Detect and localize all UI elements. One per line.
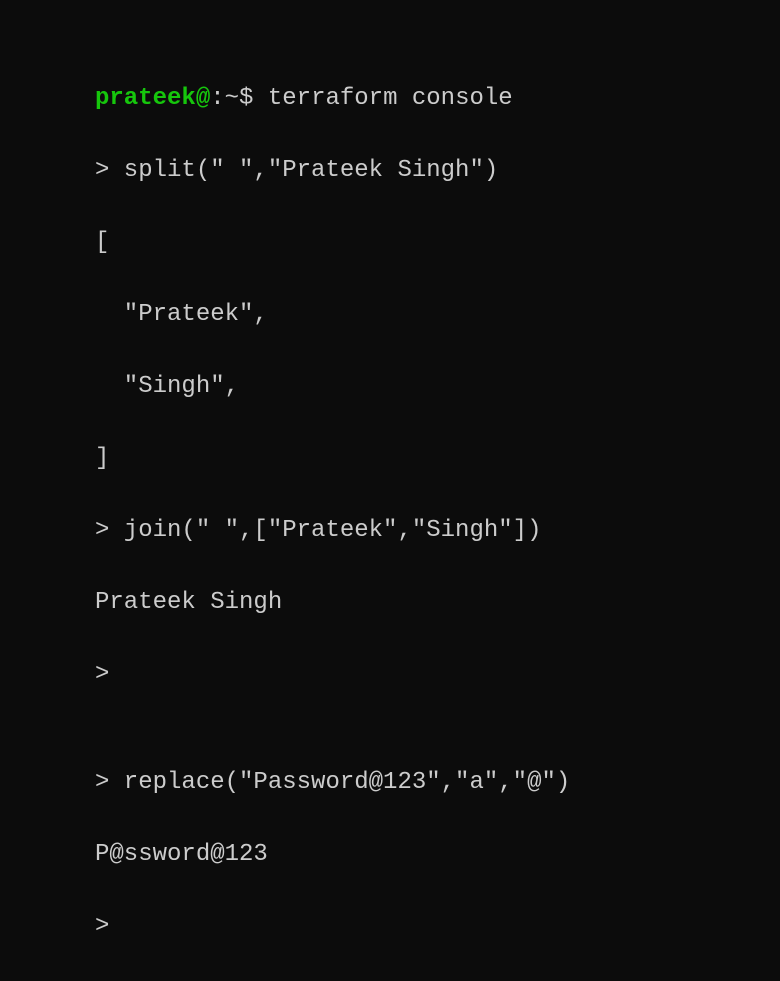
terminal-line-3: [ [95, 225, 685, 261]
terminal-line-13: > [95, 909, 685, 945]
command-terraform: terraform console [253, 85, 512, 112]
prompt-colon: : [210, 85, 224, 112]
prompt-at: @ [196, 85, 210, 112]
terminal-line-5: "Singh", [95, 369, 685, 405]
prompt-tilde: ~ [225, 85, 239, 112]
terminal-line-1: prateek@:~$ terraform console [95, 81, 685, 117]
terminal-line-12: P@ssword@123 [95, 837, 685, 873]
terminal-line-9: > [95, 657, 685, 693]
terminal-line-4: "Prateek", [95, 297, 685, 333]
terminal-line-6: ] [95, 441, 685, 477]
prompt-user: prateek [95, 85, 196, 112]
terminal-line-11: > replace("Password@123","a","@") [95, 765, 685, 801]
terminal-line-8: Prateek Singh [95, 585, 685, 621]
terminal-window[interactable]: prateek@:~$ terraform console > split(" … [95, 45, 685, 981]
terminal-line-2: > split(" ","Prateek Singh") [95, 153, 685, 189]
prompt-dollar: $ [239, 85, 253, 112]
terminal-line-7: > join(" ",["Prateek","Singh"]) [95, 513, 685, 549]
